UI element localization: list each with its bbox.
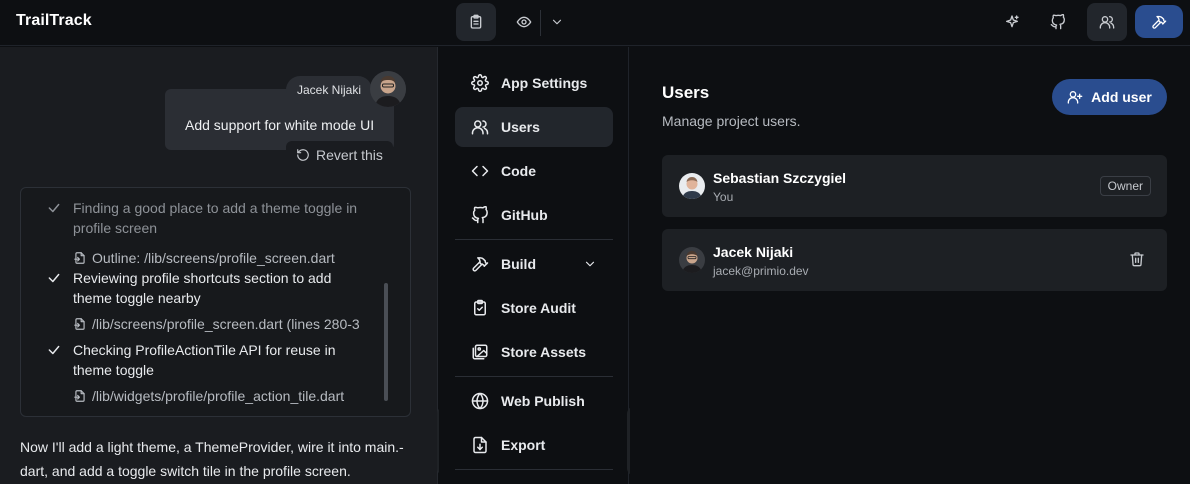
steps-scrollbar[interactable]	[384, 283, 388, 401]
file-icon	[74, 318, 85, 330]
step-title: Checking ProfileActionTile API for reuse…	[73, 342, 336, 378]
user-row[interactable]: Jacek Nijaki jacek@primio.dev	[662, 229, 1167, 291]
avatar	[679, 247, 705, 273]
build-button[interactable]	[1135, 5, 1183, 38]
github-button[interactable]	[1038, 3, 1078, 41]
export-icon	[473, 436, 487, 454]
nav-label: Build	[501, 256, 536, 272]
images-icon	[472, 344, 488, 360]
check-icon	[48, 345, 60, 355]
user-meta: jacek@primio.dev	[713, 264, 809, 278]
github-icon	[471, 206, 488, 224]
code-icon	[471, 165, 489, 177]
users-panel: Users Manage project users. Add user Seb…	[630, 47, 1190, 484]
step-file-link[interactable]: /lib/widgets/profile/profile_action_tile…	[73, 388, 344, 404]
add-user-label: Add user	[1091, 89, 1152, 105]
chevron-down-icon	[585, 261, 595, 267]
step-file-label: Outline: /lib/screens/profile_screen.dar…	[92, 250, 335, 266]
nav-item-app-settings[interactable]: App Settings	[455, 63, 613, 103]
nav-item-web-publish[interactable]: Web Publish	[455, 381, 613, 421]
github-icon	[1050, 14, 1065, 30]
users-icon	[1099, 16, 1115, 29]
nav-label: Store Audit	[501, 300, 576, 316]
user-meta: You	[713, 190, 734, 204]
gear-icon	[471, 74, 489, 92]
nav-item-build[interactable]: Build	[455, 244, 613, 284]
user-row[interactable]: Sebastian Szczygiel You Owner	[662, 155, 1167, 217]
nav-divider	[455, 239, 613, 240]
settings-nav: App Settings Users Code GitHub Build Sto…	[439, 47, 629, 484]
globe-icon	[471, 392, 489, 410]
trash-icon	[1130, 252, 1144, 267]
nav-divider	[455, 469, 613, 470]
step-title: Finding a good place to add a theme togg…	[73, 200, 358, 236]
step-title: Reviewing profile shortcuts section to a…	[73, 270, 332, 306]
agent-steps-panel[interactable]: Finding a good place to add a theme togg…	[20, 187, 411, 417]
nav-label: App Settings	[501, 75, 588, 91]
chevron-down-icon	[552, 19, 562, 25]
nav-item-store-audit[interactable]: Store Audit	[455, 288, 613, 328]
check-icon	[48, 203, 60, 213]
avatar	[679, 173, 705, 199]
page-title: Users	[662, 83, 710, 102]
nav-item-export[interactable]: Export	[455, 425, 613, 465]
page-subtitle: Manage project users.	[662, 113, 801, 129]
hammer-icon	[1152, 15, 1167, 29]
role-badge: Owner	[1099, 176, 1151, 196]
nav-divider	[455, 376, 613, 377]
nav-item-code[interactable]: Code	[455, 151, 613, 191]
delete-user-button[interactable]	[1129, 251, 1145, 267]
nav-label: Web Publish	[501, 393, 585, 409]
add-user-button[interactable]: Add user	[1052, 79, 1167, 115]
revert-button[interactable]: Revert this	[286, 141, 393, 169]
step-file-label: /lib/widgets/profile/profile_action_tile…	[92, 388, 345, 404]
step-file-link[interactable]: Outline: /lib/screens/profile_screen.dar…	[73, 250, 335, 266]
hammer-icon	[472, 257, 489, 272]
app-title: TrailTrack	[16, 12, 92, 29]
ai-sparkle-button[interactable]	[992, 3, 1032, 41]
revert-label: Revert this	[316, 147, 383, 163]
file-icon	[74, 390, 85, 402]
nav-label: Users	[501, 119, 540, 135]
eye-icon	[516, 16, 532, 28]
top-bar: TrailTrack	[0, 0, 1190, 46]
users-icon	[471, 120, 489, 135]
nav-label: Code	[501, 163, 536, 179]
author-chip: Jacek Nijaki	[286, 76, 373, 104]
nav-label: Store Assets	[501, 344, 587, 360]
chat-panel: Add support for white mode UI Jacek Nija…	[0, 47, 438, 484]
users-button[interactable]	[1087, 3, 1127, 41]
nav-label: Export	[501, 437, 546, 453]
nav-item-users[interactable]: Users	[455, 107, 613, 147]
undo-icon	[297, 149, 309, 161]
clipboard-check-icon	[474, 299, 486, 316]
user-name: Jacek Nijaki	[713, 244, 794, 260]
sparkles-icon	[1006, 15, 1019, 28]
assistant-reply: Now I'll add a light theme, a ThemeProvi…	[20, 439, 404, 479]
step-file-label: /lib/screens/profile_screen.dart (lines …	[92, 316, 360, 332]
nav-item-github[interactable]: GitHub	[455, 195, 613, 235]
clipboard-button[interactable]	[456, 3, 496, 41]
user-name: Sebastian Szczygiel	[713, 170, 847, 186]
nav-label: GitHub	[501, 207, 548, 223]
preview-dropdown-button[interactable]	[537, 3, 577, 41]
user-plus-icon	[1067, 91, 1083, 104]
check-icon	[48, 273, 60, 283]
nav-item-store-assets[interactable]: Store Assets	[455, 332, 613, 372]
clipboard-icon	[470, 14, 482, 29]
author-avatar	[370, 71, 406, 107]
file-icon	[74, 252, 85, 264]
step-file-link[interactable]: /lib/screens/profile_screen.dart (lines …	[73, 316, 360, 332]
